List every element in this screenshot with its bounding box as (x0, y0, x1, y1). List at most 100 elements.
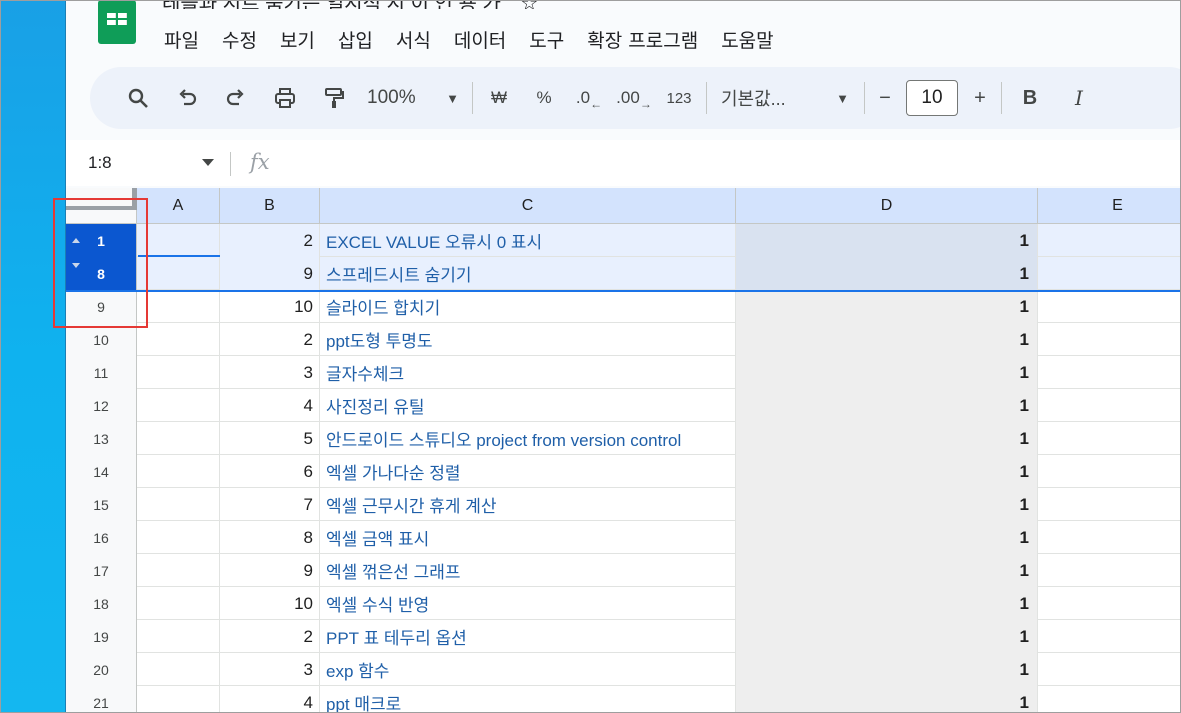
cell-e[interactable] (1038, 587, 1181, 620)
increase-decimal-button[interactable]: .00 → (616, 80, 652, 116)
cell-d[interactable]: 1 (736, 653, 1038, 686)
cell-d[interactable]: 1 (736, 356, 1038, 389)
redo-icon[interactable] (216, 80, 256, 116)
cell-c[interactable]: 엑셀 꺾은선 그래프 (320, 554, 736, 587)
cell-e[interactable] (1038, 323, 1181, 356)
undo-icon[interactable] (167, 80, 207, 116)
cell-a[interactable] (137, 422, 220, 455)
cell-c[interactable]: 엑셀 수식 반영 (320, 587, 736, 620)
menu-tools[interactable]: 도구 (529, 28, 577, 54)
cell-b[interactable]: 2 (220, 323, 320, 356)
currency-button[interactable]: ₩ (481, 80, 517, 116)
cell-d[interactable]: 1 (736, 686, 1038, 713)
menu-file[interactable]: 파일 (164, 28, 212, 54)
row-header[interactable]: 11 (66, 356, 137, 389)
cell-d[interactable]: 1 (736, 323, 1038, 356)
cell-e[interactable] (1038, 356, 1181, 389)
menu-extensions[interactable]: 확장 프로그램 (587, 28, 711, 54)
cell-a[interactable] (137, 488, 220, 521)
cell-e[interactable] (1038, 686, 1181, 713)
search-icon[interactable] (118, 80, 158, 116)
cell-c[interactable]: 스프레드시트 숨기기 (320, 257, 736, 290)
print-icon[interactable] (265, 80, 305, 116)
cell-e[interactable] (1038, 653, 1181, 686)
cell-d[interactable]: 1 (736, 422, 1038, 455)
cell-e[interactable] (1038, 521, 1181, 554)
cell-b[interactable]: 4 (220, 686, 320, 713)
chevron-down-icon[interactable] (202, 159, 214, 166)
column-header-e[interactable]: E (1038, 188, 1181, 224)
cell-e[interactable] (1038, 488, 1181, 521)
number-format-button[interactable]: 123 (661, 80, 697, 116)
bold-button[interactable]: B (1010, 80, 1050, 116)
cell-c[interactable]: 글자수체크 (320, 356, 736, 389)
cell-e[interactable] (1038, 455, 1181, 488)
cell-a[interactable] (137, 521, 220, 554)
cell-d[interactable]: 1 (736, 521, 1038, 554)
decrease-decimal-button[interactable]: .0 ← (571, 80, 607, 116)
cell-b[interactable]: 10 (220, 587, 320, 620)
menu-edit[interactable]: 수정 (222, 28, 270, 54)
font-size-input[interactable]: 10 (906, 80, 958, 116)
row-header[interactable]: 19 (66, 620, 137, 653)
cell-a[interactable] (137, 587, 220, 620)
cell-e[interactable] (1038, 224, 1181, 257)
cell-a[interactable] (137, 323, 220, 356)
row-header[interactable]: 21 (66, 686, 137, 713)
name-box[interactable]: 1:8 (88, 153, 112, 173)
cell-d[interactable]: 1 (736, 257, 1038, 290)
row-header[interactable]: 17 (66, 554, 137, 587)
cell-d[interactable]: 1 (736, 488, 1038, 521)
decrease-font-size-button[interactable]: − (873, 80, 897, 116)
column-header-b[interactable]: B (220, 188, 320, 224)
cell-c[interactable]: EXCEL VALUE 오류시 0 표시 (320, 224, 736, 257)
row-header[interactable]: 14 (66, 455, 137, 488)
cell-b[interactable]: 6 (220, 455, 320, 488)
cell-d[interactable]: 1 (736, 455, 1038, 488)
cell-e[interactable] (1038, 257, 1181, 290)
cell-a[interactable] (137, 455, 220, 488)
cell-b[interactable]: 3 (220, 653, 320, 686)
cell-b[interactable]: 3 (220, 356, 320, 389)
font-select[interactable]: 기본값... ▼ (715, 80, 855, 116)
cell-b[interactable]: 8 (220, 521, 320, 554)
cell-c[interactable]: 엑셀 가나다순 정렬 (320, 455, 736, 488)
row-header[interactable]: 18 (66, 587, 137, 620)
increase-font-size-button[interactable]: + (968, 80, 992, 116)
row-header[interactable]: 15 (66, 488, 137, 521)
paint-format-icon[interactable] (314, 80, 354, 116)
cell-a[interactable] (137, 389, 220, 422)
cell-d[interactable]: 1 (736, 389, 1038, 422)
cell-b[interactable]: 9 (220, 554, 320, 587)
column-header-a[interactable]: A (137, 188, 220, 224)
italic-button[interactable]: I (1059, 80, 1099, 116)
cell-d[interactable]: 1 (736, 224, 1038, 257)
cell-a[interactable] (137, 653, 220, 686)
cell-c[interactable]: ppt도형 투명도 (320, 323, 736, 356)
cell-c[interactable]: exp 함수 (320, 653, 736, 686)
cell-d[interactable]: 1 (736, 587, 1038, 620)
cell-a[interactable] (137, 224, 220, 257)
cell-e[interactable] (1038, 554, 1181, 587)
document-title[interactable]: 테블과 시트 숨기는 일시적 시 이 인 용 가 ☆ (162, 0, 538, 9)
cell-c[interactable]: 사진정리 유틸 (320, 389, 736, 422)
cell-c[interactable]: 엑셀 금액 표시 (320, 521, 736, 554)
cell-a[interactable] (137, 554, 220, 587)
menu-help[interactable]: 도움말 (721, 28, 786, 54)
cell-e[interactable] (1038, 620, 1181, 653)
sheets-logo-icon[interactable] (98, 0, 136, 44)
row-header[interactable]: 13 (66, 422, 137, 455)
cell-a[interactable] (137, 290, 220, 323)
cell-e[interactable] (1038, 422, 1181, 455)
cell-a[interactable] (137, 686, 220, 713)
cell-c[interactable]: ppt 매크로 (320, 686, 736, 713)
cell-b[interactable]: 2 (220, 620, 320, 653)
zoom-select[interactable]: 100% ▼ (363, 80, 463, 116)
cell-e[interactable] (1038, 290, 1181, 323)
star-icon[interactable]: ☆ (520, 0, 538, 9)
cell-b[interactable]: 9 (220, 257, 320, 290)
percent-button[interactable]: % (526, 80, 562, 116)
cell-c[interactable]: 엑셀 근무시간 휴게 계산 (320, 488, 736, 521)
cell-e[interactable] (1038, 389, 1181, 422)
row-header[interactable]: 16 (66, 521, 137, 554)
